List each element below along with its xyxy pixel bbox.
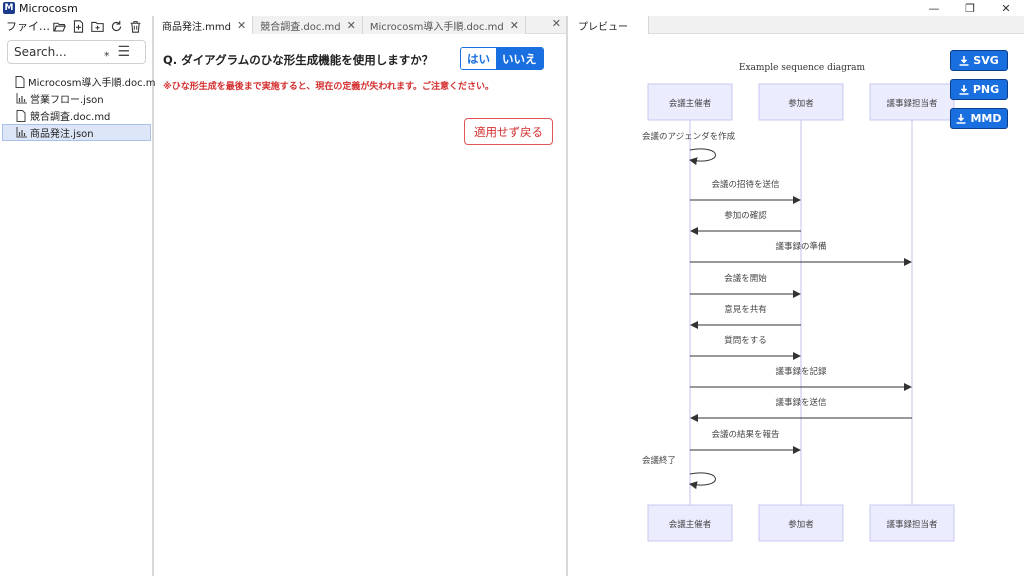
message-label: 会議の結果を報告	[711, 429, 779, 440]
warning-text: ※ひな形生成を最後まで実施すると、現在の定義が失われます。ご注意ください。	[163, 82, 495, 92]
search-box: ⁎ ☰	[7, 40, 146, 64]
file-item[interactable]: 営業フロー.json	[0, 90, 152, 107]
message-label: 会議を開始	[724, 273, 767, 284]
close-window-button[interactable]: ✕	[988, 0, 1024, 16]
download-icon	[956, 113, 966, 124]
tab-label: 競合調査.doc.md	[260, 21, 341, 33]
actor-label: 議事録担当者	[886, 519, 938, 530]
download-icon	[959, 55, 969, 66]
message-label: 議事録を送信	[775, 397, 827, 408]
export-svg-label: SVG	[973, 54, 999, 67]
file-item[interactable]: 競合調査.doc.md	[0, 107, 152, 124]
refresh-icon[interactable]	[107, 17, 126, 35]
tab-preview[interactable]: プレビュー	[570, 16, 649, 34]
tab-order-mmd[interactable]: 商品発注.mmd ✕	[155, 16, 254, 34]
close-tab-icon[interactable]: ✕	[510, 19, 519, 32]
file-name: 営業フロー.json	[30, 95, 104, 106]
tab-label: プレビュー	[578, 21, 628, 33]
no-button[interactable]: いいえ	[496, 48, 543, 69]
close-tab-icon[interactable]: ✕	[237, 19, 246, 32]
message-label: 質問をする	[724, 335, 767, 346]
actor-label: 参加者	[788, 519, 814, 530]
maximize-button[interactable]: ❐	[952, 0, 988, 16]
window-controls: — ❐ ✕	[916, 0, 1024, 16]
message-label: 議事録を記録	[775, 366, 827, 377]
file-sidebar: ファイ… ⁎ ☰ Microcosm導入手順.doc.md 営業フロー.json	[0, 16, 162, 576]
template-question: Q. ダイアグラムのひな形生成機能を使用しますか？	[163, 53, 434, 67]
file-name: 競合調査.doc.md	[30, 112, 111, 123]
message-label: 意見を共有	[724, 304, 767, 315]
window-title: Microcosm	[19, 1, 78, 15]
file-list: Microcosm導入手順.doc.md 営業フロー.json 競合調査.doc…	[0, 73, 162, 141]
chart-icon	[15, 93, 27, 105]
export-mmd-label: MMD	[970, 112, 1002, 125]
search-input[interactable]	[14, 45, 98, 59]
editor-pane: 商品発注.mmd ✕ 競合調査.doc.md ✕ Microcosm導入手順.d…	[155, 16, 568, 576]
sidebar-toolbar: ファイ…	[0, 16, 152, 36]
preview-pane: プレビュー Example sequence diagram 会議主催者 参加者 議事…	[570, 16, 1024, 576]
new-folder-icon[interactable]	[88, 17, 107, 35]
app-logo: M	[3, 2, 15, 14]
message-label: 参加の確認	[724, 210, 767, 221]
actor-label: 参加者	[788, 98, 814, 109]
download-icon	[959, 84, 969, 95]
message-label: 会議の招待を送信	[711, 179, 780, 190]
actor-label: 議事録担当者	[886, 98, 938, 109]
file-icon	[15, 109, 27, 122]
export-svg-button[interactable]: SVG	[950, 50, 1008, 71]
actor-label: 会議主催者	[669, 98, 712, 109]
trash-icon[interactable]	[126, 17, 145, 35]
file-item-selected[interactable]: 商品発注.json	[2, 124, 151, 141]
new-file-icon[interactable]	[69, 17, 88, 35]
message-label: 会議終了	[642, 455, 676, 466]
export-png-button[interactable]: PNG	[950, 79, 1008, 100]
self-message-arrow	[689, 472, 716, 490]
close-pane-icon[interactable]: ✕	[552, 17, 561, 30]
close-tab-icon[interactable]: ✕	[347, 19, 356, 32]
editor-tabbar: 商品発注.mmd ✕ 競合調査.doc.md ✕ Microcosm導入手順.d…	[155, 16, 566, 34]
tab-competitor-research[interactable]: 競合調査.doc.md ✕	[253, 16, 363, 34]
file-item[interactable]: Microcosm導入手順.doc.md	[0, 73, 162, 90]
open-folder-icon[interactable]	[50, 17, 69, 35]
file-icon	[15, 75, 25, 88]
tab-microcosm-guide[interactable]: Microcosm導入手順.doc.md ✕	[362, 16, 526, 34]
sidebar-title: ファイ…	[6, 20, 50, 33]
title-bar: M Microcosm — ❐ ✕	[0, 0, 1024, 16]
message-label: 会議のアジェンダを作成	[642, 131, 736, 142]
file-name: Microcosm導入手順.doc.md	[28, 78, 162, 89]
export-png-label: PNG	[972, 83, 1000, 96]
self-message-arrow	[689, 148, 716, 166]
minimize-button[interactable]: —	[916, 0, 952, 16]
export-mmd-button[interactable]: MMD	[950, 108, 1008, 129]
diagram-title: Example sequence diagram	[739, 63, 866, 73]
chart-icon	[15, 127, 27, 139]
yes-button[interactable]: はい	[461, 48, 496, 69]
regex-toggle-icon[interactable]: ⁎	[104, 46, 110, 59]
tab-label: 商品発注.mmd	[162, 21, 232, 33]
yes-no-toggle: はい いいえ	[460, 47, 544, 70]
preview-tabbar: プレビュー	[570, 16, 1024, 34]
revert-button[interactable]: 適用せず戻る	[464, 118, 553, 145]
actor-label: 会議主催者	[669, 519, 712, 530]
tab-label: Microcosm導入手順.doc.md	[369, 21, 504, 33]
menu-icon[interactable]: ☰	[118, 44, 131, 60]
message-label: 議事録の準備	[775, 241, 827, 252]
file-name: 商品発注.json	[30, 129, 94, 140]
